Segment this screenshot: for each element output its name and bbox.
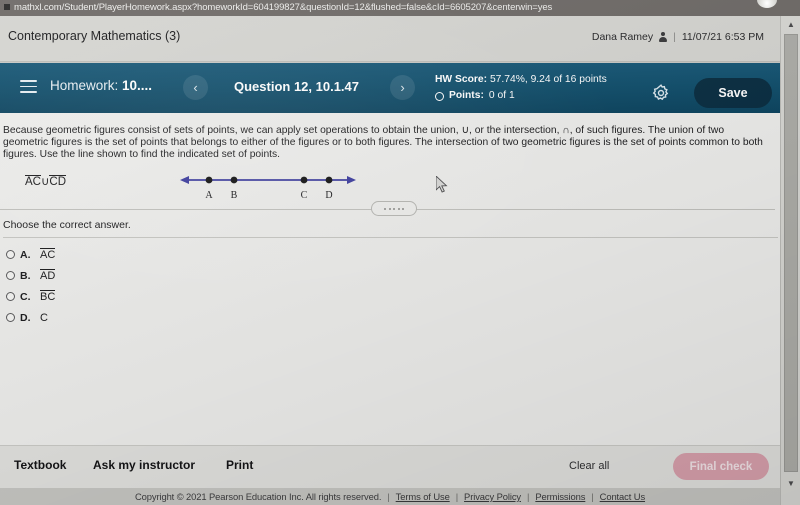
page-header: Contemporary Mathematics (3) Dana Ramey …: [0, 16, 780, 62]
answer-value-b: AD: [40, 268, 56, 282]
course-title: Contemporary Mathematics (3): [8, 29, 181, 43]
footer-separator-1: |: [387, 491, 390, 502]
terms-of-use-link[interactable]: Terms of Use: [396, 491, 450, 502]
question-content-area: Because geometric figures consist of set…: [0, 113, 780, 445]
answer-letter-a: A.: [20, 248, 31, 261]
question-label: Question 12, 10.1.47: [234, 79, 360, 94]
set-expression: AC∪CD: [25, 174, 67, 189]
final-check-label: Final check: [689, 460, 753, 473]
points-value: 0 of 1: [488, 90, 515, 101]
settings-gear-icon[interactable]: [651, 83, 671, 103]
final-check-button[interactable]: Final check: [673, 453, 769, 480]
header-separator: |: [673, 31, 676, 43]
url-text: mathxl.com/Student/PlayerHomework.aspx?h…: [14, 2, 553, 13]
score-block: HW Score: 57.74%, 9.24 of 16 points Poin…: [435, 73, 607, 103]
privacy-policy-link[interactable]: Privacy Policy: [464, 491, 521, 502]
footer-separator-3: |: [527, 491, 530, 502]
answer-letter-b: B.: [20, 269, 31, 282]
save-button[interactable]: Save: [694, 78, 772, 108]
contact-us-link[interactable]: Contact Us: [600, 491, 645, 502]
number-line-figure: A B C D: [178, 168, 358, 204]
person-icon[interactable]: [659, 32, 668, 42]
answer-divider: [3, 237, 778, 238]
permissions-link[interactable]: Permissions: [535, 491, 585, 502]
user-info: Dana Ramey | 11/07/21 6:53 PM: [592, 31, 764, 43]
homework-title-prefix: Homework:: [50, 78, 123, 93]
homework-title: Homework: 10....: [50, 78, 152, 93]
answer-letter-c: C.: [20, 290, 31, 303]
ask-my-instructor-link[interactable]: Ask my instructor: [93, 458, 195, 472]
footer-separator-4: |: [591, 491, 594, 502]
expression-segment-1: AC: [25, 175, 41, 188]
radio-a[interactable]: [6, 250, 15, 259]
previous-question-button[interactable]: ‹: [183, 75, 208, 100]
next-question-button[interactable]: ›: [390, 75, 415, 100]
answer-value-d: C: [40, 311, 48, 324]
copyright-text: Copyright © 2021 Pearson Education Inc. …: [134, 491, 382, 502]
answer-value-c: BC: [40, 289, 56, 303]
answer-choice-a[interactable]: A. AC: [6, 244, 56, 265]
points-label: Points:: [449, 90, 484, 101]
scroll-down-arrow-icon[interactable]: ▼: [781, 475, 800, 491]
page-footer: Copyright © 2021 Pearson Education Inc. …: [0, 488, 780, 505]
homework-title-value: 10....: [122, 78, 153, 93]
mouse-cursor: [435, 174, 449, 199]
scroll-up-arrow-icon[interactable]: ▲: [781, 16, 800, 32]
scrollbar-thumb[interactable]: [784, 34, 798, 472]
user-name: Dana Ramey: [591, 31, 654, 43]
answer-choice-c[interactable]: C. BC: [6, 286, 56, 307]
points-status-icon: [435, 91, 444, 101]
answer-choices: A. AC B. AD C. BC D. C: [6, 244, 56, 328]
browser-url-bar[interactable]: mathxl.com/Student/PlayerHomework.aspx?h…: [0, 0, 800, 16]
chevron-right-icon: ›: [400, 80, 405, 95]
radio-c[interactable]: [6, 292, 15, 301]
timestamp: 11/07/21 6:53 PM: [681, 31, 764, 43]
answer-choice-d[interactable]: D. C: [6, 307, 55, 328]
question-body-text: Because geometric figures consist of set…: [3, 125, 763, 160]
site-favicon: [4, 3, 10, 10]
expression-operator: ∪: [40, 176, 50, 188]
footer-separator-2: |: [455, 491, 459, 502]
chevron-left-icon: ‹: [193, 80, 198, 95]
svg-text:A: A: [205, 190, 213, 201]
svg-text:B: B: [231, 190, 238, 201]
action-bar: Textbook Ask my instructor Print Clear a…: [0, 445, 780, 488]
hw-score-label: HW Score:: [435, 74, 490, 85]
vertical-scrollbar[interactable]: ▲ ▼: [780, 16, 800, 505]
answer-letter-d: D.: [20, 311, 31, 324]
save-button-label: Save: [718, 86, 748, 100]
clear-all-button[interactable]: Clear all: [569, 460, 609, 472]
hw-score-value: 57.74%, 9.24 of 16 points: [489, 74, 607, 85]
hamburger-menu-icon[interactable]: [20, 80, 37, 94]
expression-segment-2: CD: [49, 175, 67, 188]
svg-text:C: C: [301, 190, 308, 201]
hw-score-row: HW Score: 57.74%, 9.24 of 16 points: [435, 73, 607, 87]
answer-prompt: Choose the correct answer.: [3, 219, 131, 231]
print-link[interactable]: Print: [226, 458, 253, 472]
textbook-link[interactable]: Textbook: [14, 458, 66, 472]
answer-value-a: AC: [40, 247, 56, 261]
points-row: Points: 0 of 1: [435, 89, 607, 103]
resize-divider: [0, 201, 775, 217]
answer-choice-b[interactable]: B. AD: [6, 265, 56, 286]
drag-handle[interactable]: [371, 201, 417, 216]
svg-text:D: D: [325, 190, 332, 201]
radio-b[interactable]: [6, 271, 15, 280]
radio-d[interactable]: [6, 313, 15, 322]
